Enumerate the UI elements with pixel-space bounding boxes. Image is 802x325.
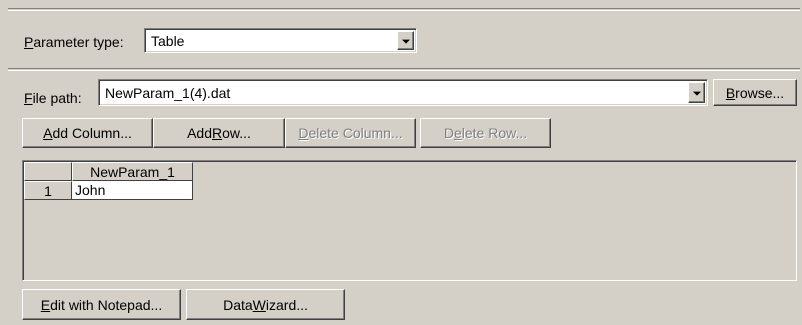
- edit-with-notepad-button[interactable]: Edit with Notepad...: [22, 289, 181, 320]
- table-cell[interactable]: John: [72, 181, 193, 200]
- delete-column-button[interactable]: Delete Column...: [285, 118, 416, 148]
- column-header[interactable]: NewParam_1: [72, 162, 193, 181]
- add-row-button[interactable]: Add Row...: [153, 118, 285, 148]
- grid-corner-header[interactable]: [24, 162, 72, 181]
- parameter-type-value: Table: [151, 32, 185, 49]
- parameter-type-label: Parameter type:: [24, 34, 124, 50]
- file-path-value: NewParam_1(4).dat: [105, 84, 231, 101]
- browse-button[interactable]: Browse...: [713, 79, 797, 106]
- chevron-down-icon[interactable]: [688, 82, 705, 103]
- add-column-button[interactable]: Add Column...: [22, 118, 153, 148]
- file-path-combobox[interactable]: NewParam_1(4).dat: [98, 79, 708, 106]
- data-grid[interactable]: NewParam_1 1 John: [22, 160, 797, 281]
- parameter-type-dropdown[interactable]: Table: [144, 28, 417, 53]
- data-wizard-button[interactable]: Data Wizard...: [186, 289, 345, 320]
- file-path-label: File path:: [24, 90, 82, 106]
- row-header[interactable]: 1: [24, 181, 72, 200]
- chevron-down-icon[interactable]: [397, 31, 414, 50]
- section-divider: [8, 68, 800, 70]
- delete-row-button[interactable]: De lete Row...: [420, 118, 551, 148]
- parameter-type-panel: [8, 8, 800, 10]
